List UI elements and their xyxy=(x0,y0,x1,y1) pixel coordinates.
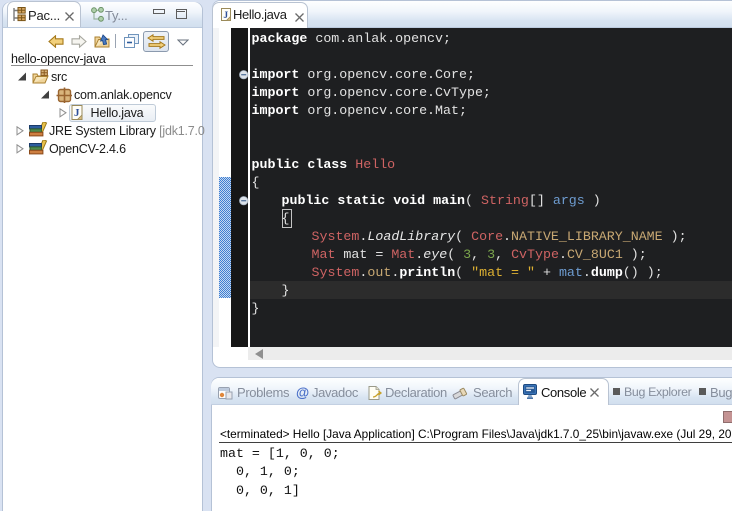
svg-text:J: J xyxy=(223,11,228,21)
svg-text:J: J xyxy=(74,107,80,119)
